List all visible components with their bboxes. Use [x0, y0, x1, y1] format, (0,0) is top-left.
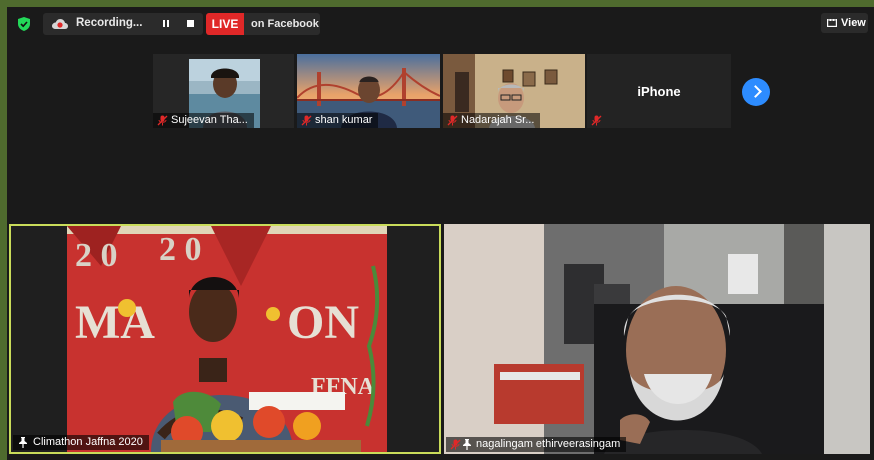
meeting-window: Recording... LIVE on Facebook View Sujee… — [7, 7, 874, 460]
cloud-record-icon — [51, 17, 69, 31]
participant-name-tag: nagalingam ethirveerasingam — [446, 437, 627, 452]
participant-name-tag: Climathon Jaffna 2020 — [13, 435, 149, 450]
shield-icon[interactable] — [16, 16, 32, 32]
live-stream-indicator[interactable]: LIVE on Facebook — [206, 13, 320, 35]
view-button[interactable]: View — [821, 13, 868, 33]
pin-icon — [462, 439, 472, 450]
active-speaker-tile[interactable]: 2 0 2 0 MA ON FFNA Climathon Jaffna 2020 — [9, 224, 441, 454]
participant-tile-nagalingam[interactable]: nagalingam ethirveerasingam — [444, 224, 870, 454]
pause-recording-button[interactable] — [159, 18, 173, 30]
participant-name: Sujeevan Tha... — [171, 114, 248, 126]
svg-text:MA: MA — [75, 296, 155, 349]
mic-off-icon — [157, 115, 168, 126]
mic-off-icon — [301, 115, 312, 126]
meeting-top-bar: Recording... LIVE on Facebook View — [7, 7, 874, 39]
recording-label: Recording... — [76, 17, 143, 29]
svg-text:ON: ON — [287, 296, 359, 349]
participant-name-tag: Sujeevan Tha... — [153, 113, 254, 128]
view-grid-icon — [827, 19, 837, 27]
participant-name: nagalingam ethirveerasingam — [476, 438, 621, 450]
participant-tile-sujeevan[interactable]: Sujeevan Tha... — [153, 54, 294, 128]
participant-name-tag — [587, 113, 607, 128]
participant-name: Nadarajah Sr... — [461, 114, 535, 126]
svg-text:2 0: 2 0 — [75, 237, 118, 274]
participant-name-tag: Nadarajah Sr... — [443, 113, 541, 128]
next-page-button[interactable] — [742, 78, 770, 106]
pin-icon — [18, 437, 28, 448]
participant-tile-shan-kumar[interactable]: shan kumar — [297, 54, 440, 128]
mic-off-icon — [447, 115, 458, 126]
recording-indicator: Recording... — [43, 13, 203, 35]
participant-video: 2 0 2 0 MA ON FFNA — [11, 226, 439, 452]
participant-tile-nadarajah[interactable]: Nadarajah Sr... — [443, 54, 585, 128]
svg-text:2 0: 2 0 — [159, 231, 202, 268]
participant-name: shan kumar — [315, 114, 373, 126]
view-label: View — [841, 17, 866, 29]
participant-name: Climathon Jaffna 2020 — [33, 436, 143, 448]
participant-video — [444, 224, 870, 454]
mic-off-icon — [591, 115, 602, 126]
live-badge: LIVE — [206, 13, 244, 35]
stop-recording-button[interactable] — [185, 19, 197, 31]
live-destination-label: on Facebook — [251, 18, 319, 30]
participant-tile-iphone[interactable]: iPhone — [587, 54, 731, 128]
mic-off-icon — [450, 439, 461, 450]
participant-name: iPhone — [637, 84, 681, 99]
participant-name-tag: shan kumar — [297, 113, 379, 128]
